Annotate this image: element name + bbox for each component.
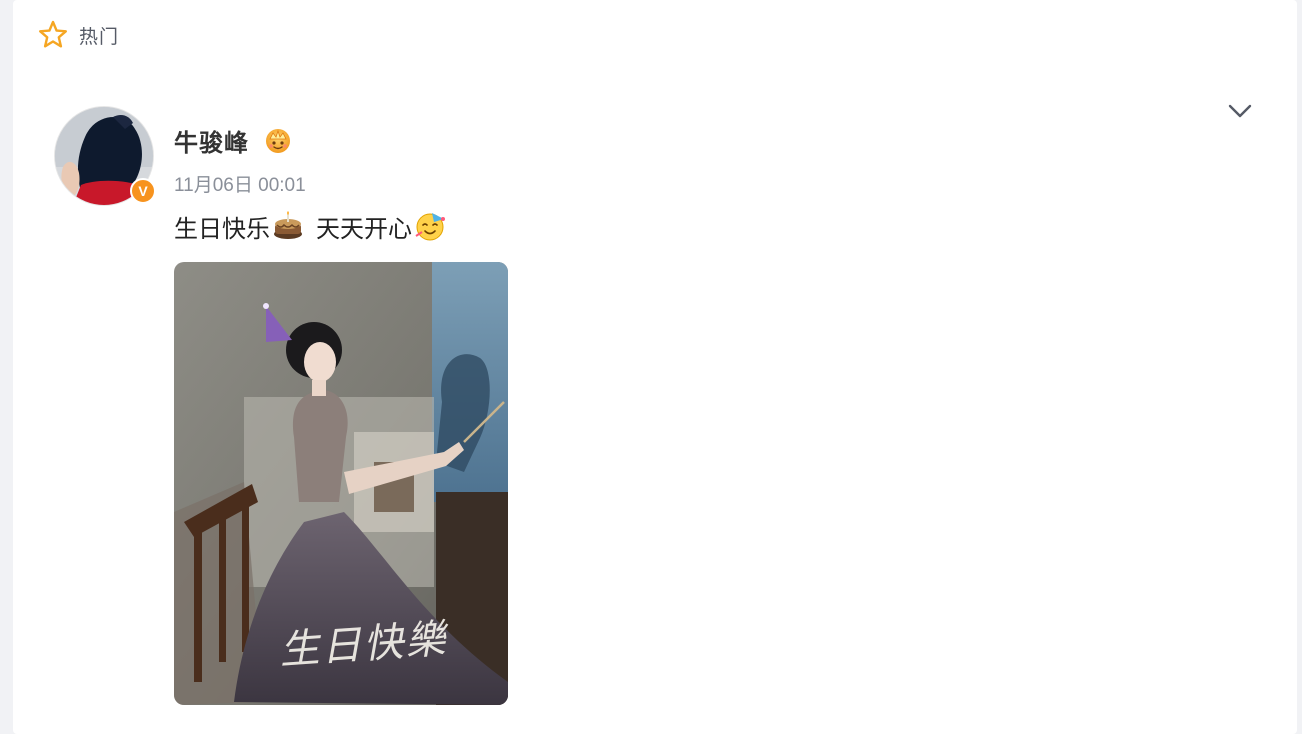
post-text: 生日快乐 天天开心 [174, 206, 450, 246]
author-row: 牛骏峰 [174, 122, 293, 158]
hot-section-label: 热门 [79, 25, 120, 48]
author-name[interactable]: 牛骏峰 [174, 123, 249, 158]
star-icon [39, 20, 67, 48]
image-caption: 生日快樂 [277, 616, 449, 674]
verified-badge: V [130, 178, 156, 204]
post-text-part-1: 生日快乐 [174, 214, 270, 243]
crown-badge-icon[interactable] [263, 125, 293, 155]
post-image[interactable]: 生日快樂 [174, 262, 508, 705]
post-text-part-2: 天天开心 [316, 214, 412, 243]
feed-card: 热门 V 牛骏峰 11月06日 00:01 生日快乐 天天开心 生日快樂 [13, 0, 1297, 734]
chevron-down-icon[interactable] [1225, 96, 1255, 126]
cake-icon [274, 211, 302, 239]
party-face-icon [415, 213, 445, 241]
author-avatar[interactable]: V [54, 106, 156, 206]
hot-section-header: 热门 [37, 18, 119, 52]
post-timestamp[interactable]: 11月06日 00:01 [174, 170, 306, 197]
